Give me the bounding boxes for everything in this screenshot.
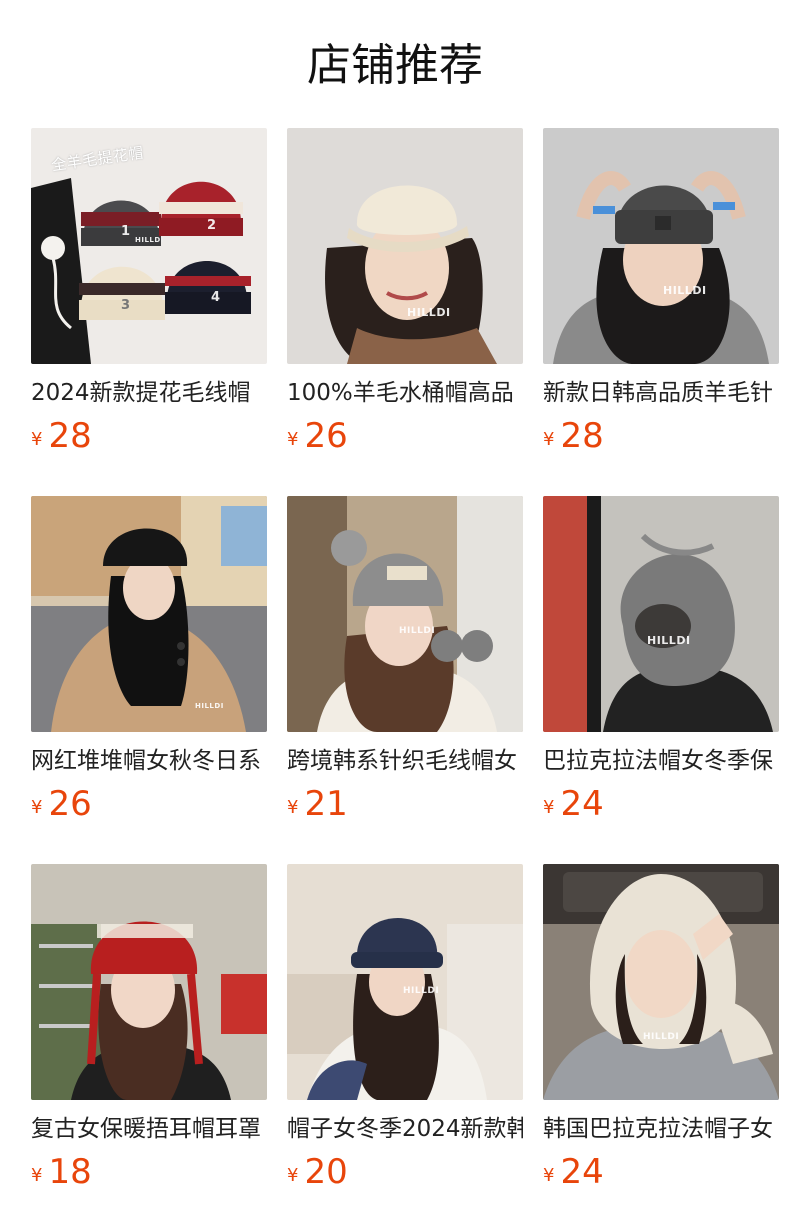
product-photo-model-beanie (543, 128, 779, 364)
product-card[interactable]: 全羊毛提花帽 1 2 3 4 HILLDI 2024新款提花毛线帽 ¥28 (31, 128, 267, 468)
price-value: 28 (48, 416, 92, 456)
currency-symbol: ¥ (31, 797, 43, 818)
currency-symbol: ¥ (287, 797, 299, 818)
product-price: ¥28 (31, 416, 92, 456)
product-price: ¥24 (543, 1152, 604, 1192)
product-name[interactable]: 100%羊毛水桶帽高品 (287, 376, 523, 410)
product-price: ¥24 (543, 784, 604, 824)
image-number-label: 4 (211, 290, 221, 305)
currency-symbol: ¥ (31, 429, 43, 450)
watermark: HILLDI (407, 306, 451, 319)
product-photo-fleece-hood (543, 864, 779, 1100)
product-name[interactable]: 跨境韩系针织毛线帽女 (287, 744, 523, 778)
image-number-label: 3 (121, 298, 131, 313)
currency-symbol: ¥ (287, 429, 299, 450)
product-name[interactable]: 新款日韩高品质羊毛针 (543, 376, 779, 410)
product-image[interactable]: 全羊毛提花帽 1 2 3 4 HILLDI (31, 128, 267, 364)
price-value: 18 (48, 1152, 92, 1192)
watermark: HILLDI (403, 986, 440, 996)
product-price: ¥20 (287, 1152, 348, 1192)
product-image[interactable]: HILLDI (543, 496, 779, 732)
product-card[interactable]: HILLDI 巴拉克拉法帽女冬季保 ¥24 (543, 496, 779, 836)
product-price: ¥28 (543, 416, 604, 456)
currency-symbol: ¥ (287, 1165, 299, 1186)
product-photo-earflap-hat (31, 864, 267, 1100)
price-value: 20 (304, 1152, 348, 1192)
currency-symbol: ¥ (543, 1165, 555, 1186)
product-card[interactable]: HILLDI 新款日韩高品质羊毛针 ¥28 (543, 128, 779, 468)
price-value: 26 (48, 784, 92, 824)
price-value: 26 (304, 416, 348, 456)
price-value: 21 (304, 784, 348, 824)
watermark: HILLDI (663, 284, 707, 297)
price-value: 24 (560, 784, 604, 824)
product-price: ¥26 (31, 784, 92, 824)
product-photo-pompom-hat (287, 496, 523, 732)
currency-symbol: ¥ (543, 797, 555, 818)
product-image[interactable]: HILLDI (287, 128, 523, 364)
image-number-label: 2 (207, 218, 217, 233)
product-name[interactable]: 2024新款提花毛线帽 (31, 376, 267, 410)
product-card[interactable]: HILLDI 韩国巴拉克拉法帽子女 ¥24 (543, 864, 779, 1204)
product-name[interactable]: 网红堆堆帽女秋冬日系 (31, 744, 267, 778)
product-name[interactable]: 帽子女冬季2024新款韩 (287, 1112, 523, 1146)
product-card[interactable]: HILLDI 网红堆堆帽女秋冬日系 ¥26 (31, 496, 267, 836)
product-price: ¥26 (287, 416, 348, 456)
product-card[interactable]: HILLDI 跨境韩系针织毛线帽女 ¥21 (287, 496, 523, 836)
product-card[interactable]: 复古女保暖捂耳帽耳罩 ¥18 (31, 864, 267, 1204)
watermark: HILLDI (647, 634, 691, 647)
product-name[interactable]: 复古女保暖捂耳帽耳罩 (31, 1112, 267, 1146)
product-price: ¥21 (287, 784, 348, 824)
section-title: 店铺推荐 (307, 40, 483, 91)
product-image[interactable]: HILLDI (543, 128, 779, 364)
watermark: HILLDI (399, 626, 436, 636)
product-photo-balaclava (543, 496, 779, 732)
product-name[interactable]: 巴拉克拉法帽女冬季保 (543, 744, 779, 778)
watermark: HILLDI (195, 702, 224, 710)
currency-symbol: ¥ (543, 429, 555, 450)
product-price: ¥18 (31, 1152, 92, 1192)
currency-symbol: ¥ (31, 1165, 43, 1186)
product-card[interactable]: HILLDI 100%羊毛水桶帽高品 ¥26 (287, 128, 523, 468)
price-value: 24 (560, 1152, 604, 1192)
watermark: HILLDI (135, 236, 164, 244)
product-card[interactable]: HILLDI 帽子女冬季2024新款韩 ¥20 (287, 864, 523, 1204)
product-image[interactable]: HILLDI (543, 864, 779, 1100)
image-number-label: 1 (121, 224, 131, 239)
product-photo-navy-hat (287, 864, 523, 1100)
product-name[interactable]: 韩国巴拉克拉法帽子女 (543, 1112, 779, 1146)
product-photo-model-bucket-hat (287, 128, 523, 364)
product-image[interactable] (31, 864, 267, 1100)
product-image[interactable]: HILLDI (287, 496, 523, 732)
watermark: HILLDI (643, 1032, 680, 1042)
product-image[interactable]: HILLDI (287, 864, 523, 1100)
product-image[interactable]: HILLDI (31, 496, 267, 732)
product-photo-street-model (31, 496, 267, 732)
price-value: 28 (560, 416, 604, 456)
